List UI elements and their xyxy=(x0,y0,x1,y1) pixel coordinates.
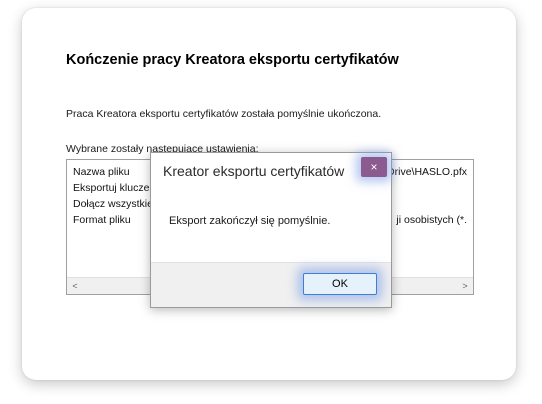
export-success-dialog: Kreator eksportu certyfikatów × Eksport … xyxy=(150,152,392,308)
dialog-title: Kreator eksportu certyfikatów xyxy=(163,163,345,179)
dialog-message: Eksport zakończył się pomyślnie. xyxy=(169,215,331,227)
page-title: Kończenie pracy Kreatora eksportu certyf… xyxy=(66,52,399,68)
setting-value: ji osobistych (*. xyxy=(396,214,467,226)
setting-key: Dołącz wszystkie xyxy=(73,198,153,210)
setting-key: Eksportuj klucze xyxy=(73,182,150,194)
scroll-left-icon[interactable]: < xyxy=(67,278,83,294)
dialog-footer: OK xyxy=(151,262,391,307)
close-icon[interactable]: × xyxy=(361,157,387,177)
ok-button[interactable]: OK xyxy=(303,273,377,295)
setting-key: Nazwa pliku xyxy=(73,166,130,178)
wizard-window: Kończenie pracy Kreatora eksportu certyf… xyxy=(22,8,516,380)
setting-value: Drive\HASLO.pfx xyxy=(387,166,467,178)
completion-message: Praca Kreatora eksportu certyfikatów zos… xyxy=(66,108,382,120)
setting-key: Format pliku xyxy=(73,214,131,226)
scroll-right-icon[interactable]: > xyxy=(457,278,473,294)
